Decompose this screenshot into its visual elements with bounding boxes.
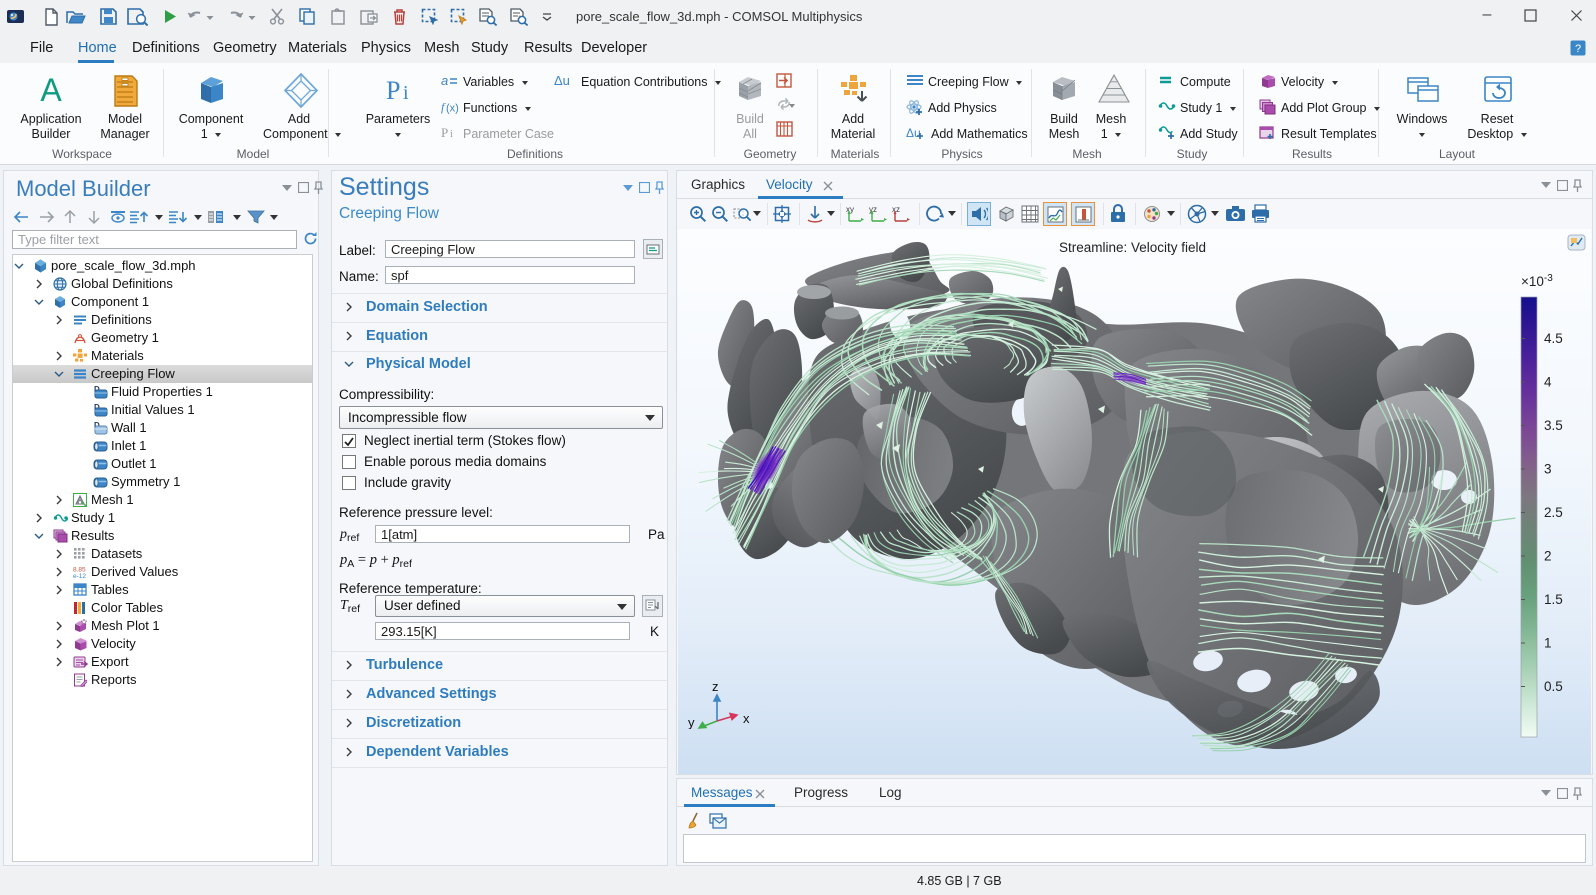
svg-text:y: y xyxy=(688,715,695,729)
svg-text:xy: xy xyxy=(846,205,854,214)
svg-text:a: a xyxy=(441,73,448,88)
svg-text:0.5: 0.5 xyxy=(1544,679,1563,694)
svg-text:4: 4 xyxy=(1544,375,1552,390)
svg-text:1: 1 xyxy=(1544,636,1552,651)
svg-text:2: 2 xyxy=(1544,549,1552,564)
svg-text:3: 3 xyxy=(1544,462,1552,477)
svg-text:Δu: Δu xyxy=(906,126,921,140)
svg-text:A: A xyxy=(40,73,62,107)
svg-text:xz: xz xyxy=(892,205,900,214)
svg-text:e-12: e-12 xyxy=(73,573,86,579)
svg-text:P: P xyxy=(441,125,448,140)
svg-text:?: ? xyxy=(1575,43,1581,55)
svg-text:3.5: 3.5 xyxy=(1544,418,1563,433)
svg-text:Δu: Δu xyxy=(554,73,570,88)
svg-text:x: x xyxy=(743,711,750,726)
svg-text:yz: yz xyxy=(869,205,877,214)
svg-text:1.5: 1.5 xyxy=(1544,592,1563,607)
svg-text:(x): (x) xyxy=(446,103,459,115)
svg-text:2.5: 2.5 xyxy=(1544,505,1563,520)
svg-text:4.5: 4.5 xyxy=(1544,331,1563,346)
svg-text:P: P xyxy=(386,76,400,105)
svg-text:i: i xyxy=(450,129,453,140)
svg-text:z: z xyxy=(712,679,719,694)
svg-text:i: i xyxy=(403,82,409,104)
